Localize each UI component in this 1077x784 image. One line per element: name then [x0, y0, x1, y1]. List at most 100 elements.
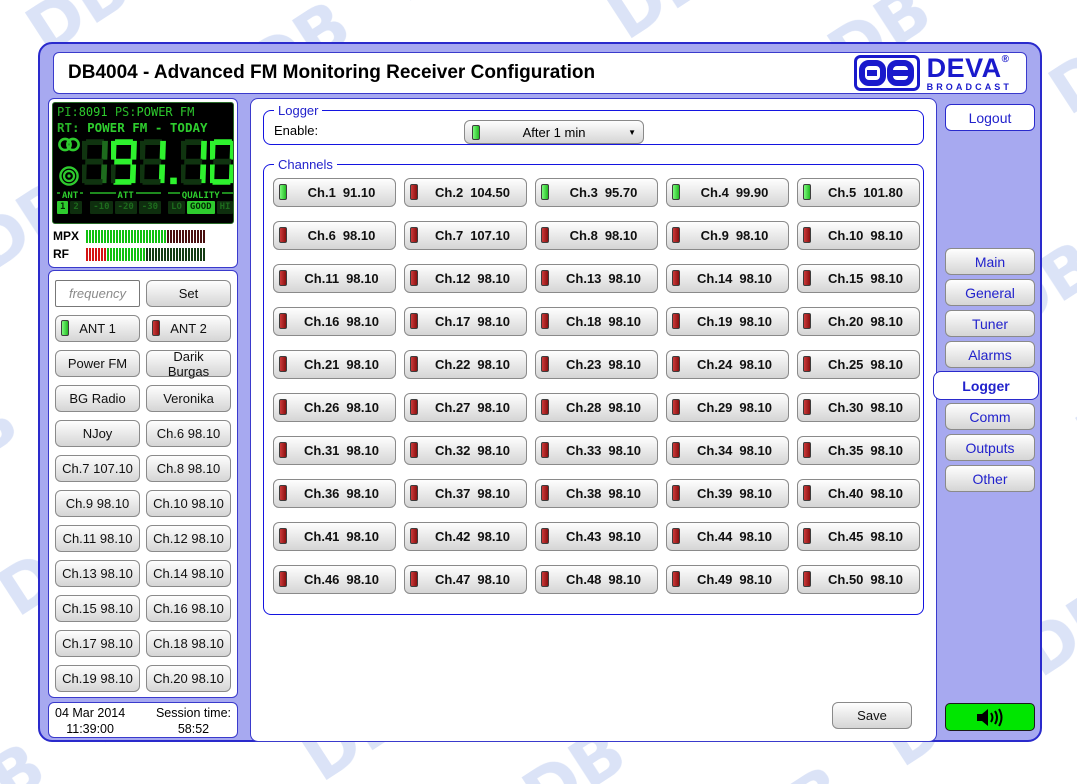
- channel-button[interactable]: Ch.11 98.10: [273, 264, 396, 293]
- channel-button[interactable]: Ch.34 98.10: [666, 436, 789, 465]
- channel-button[interactable]: Ch.30 98.10: [797, 393, 920, 422]
- preset-button[interactable]: Ch.7 107.10: [55, 455, 140, 482]
- logger-enable-dropdown[interactable]: After 1 min ▼: [464, 120, 644, 144]
- channel-button[interactable]: Ch.26 98.10: [273, 393, 396, 422]
- channel-button[interactable]: Ch.21 98.10: [273, 350, 396, 379]
- channel-button[interactable]: Ch.18 98.10: [535, 307, 658, 336]
- channel-button[interactable]: Ch.10 98.10: [797, 221, 920, 250]
- channel-button[interactable]: Ch.46 98.10: [273, 565, 396, 594]
- preset-button[interactable]: Ch.19 98.10: [55, 665, 140, 692]
- tuner-presets-panel: Set ANT 1 ANT 2 Power FM Darik Burgas: [48, 270, 238, 698]
- sidebar-menu-item[interactable]: General: [945, 279, 1035, 306]
- channel-button[interactable]: Ch.15 98.10: [797, 264, 920, 293]
- channel-name: Ch.36: [304, 486, 339, 501]
- preset-button[interactable]: Ch.18 98.10: [146, 630, 231, 657]
- channel-button[interactable]: Ch.39 98.10: [666, 479, 789, 508]
- preset-button[interactable]: Ch.14 98.10: [146, 560, 231, 587]
- channel-button[interactable]: Ch.3 95.70: [535, 178, 658, 207]
- channel-frequency: 104.50: [470, 185, 510, 200]
- channel-button[interactable]: Ch.19 98.10: [666, 307, 789, 336]
- sidebar-menu-item[interactable]: Tuner: [945, 310, 1035, 337]
- preset-button[interactable]: Darik Burgas: [146, 350, 231, 377]
- sidebar-menu-item[interactable]: Other: [945, 465, 1035, 492]
- preset-button[interactable]: Ch.9 98.10: [55, 490, 140, 517]
- channel-frequency: 99.90: [736, 185, 769, 200]
- preset-button[interactable]: BG Radio: [55, 385, 140, 412]
- channel-button[interactable]: Ch.22 98.10: [404, 350, 527, 379]
- preset-button[interactable]: Ch.16 98.10: [146, 595, 231, 622]
- preset-button[interactable]: Power FM: [55, 350, 140, 377]
- channel-button[interactable]: Ch.36 98.10: [273, 479, 396, 508]
- channel-button[interactable]: Ch.23 98.10: [535, 350, 658, 379]
- channel-frequency: 98.10: [346, 443, 379, 458]
- channel-button[interactable]: Ch.17 98.10: [404, 307, 527, 336]
- antenna-status-led: [61, 320, 69, 336]
- channel-button[interactable]: Ch.8 98.10: [535, 221, 658, 250]
- channel-button[interactable]: Ch.44 98.10: [666, 522, 789, 551]
- channel-button[interactable]: Ch.16 98.10: [273, 307, 396, 336]
- sidebar-menu-item[interactable]: Logger: [933, 371, 1039, 400]
- preset-button[interactable]: NJoy: [55, 420, 140, 447]
- channel-button[interactable]: Ch.13 98.10: [535, 264, 658, 293]
- channel-button[interactable]: Ch.6 98.10: [273, 221, 396, 250]
- sidebar-menu-item[interactable]: Alarms: [945, 341, 1035, 368]
- channel-button[interactable]: Ch.43 98.10: [535, 522, 658, 551]
- mpx-meter-label: MPX: [53, 229, 86, 243]
- channel-button[interactable]: Ch.1 91.10: [273, 178, 396, 207]
- preset-button[interactable]: Ch.10 98.10: [146, 490, 231, 517]
- preset-button[interactable]: Ch.15 98.10: [55, 595, 140, 622]
- channel-button[interactable]: Ch.27 98.10: [404, 393, 527, 422]
- channel-button[interactable]: Ch.28 98.10: [535, 393, 658, 422]
- channel-button[interactable]: Ch.2 104.50: [404, 178, 527, 207]
- channel-button[interactable]: Ch.12 98.10: [404, 264, 527, 293]
- channel-button[interactable]: Ch.47 98.10: [404, 565, 527, 594]
- channel-button[interactable]: Ch.20 98.10: [797, 307, 920, 336]
- channel-status-led: [541, 313, 549, 329]
- antenna-button[interactable]: ANT 1: [55, 315, 140, 342]
- channel-frequency: 98.10: [346, 486, 379, 501]
- preset-button[interactable]: Ch.13 98.10: [55, 560, 140, 587]
- rt-value: POWER FM - TODAY: [87, 120, 207, 135]
- preset-button[interactable]: Ch.12 98.10: [146, 525, 231, 552]
- channel-button[interactable]: Ch.37 98.10: [404, 479, 527, 508]
- preset-button[interactable]: Ch.11 98.10: [55, 525, 140, 552]
- listen-button[interactable]: [945, 703, 1035, 731]
- channel-name: Ch.29: [697, 400, 732, 415]
- set-button[interactable]: Set: [146, 280, 231, 307]
- channel-button[interactable]: Ch.5 101.80: [797, 178, 920, 207]
- channel-button[interactable]: Ch.24 98.10: [666, 350, 789, 379]
- frequency-input[interactable]: [55, 280, 140, 307]
- sidebar-menu-item[interactable]: Outputs: [945, 434, 1035, 461]
- antenna-button-label: ANT 1: [79, 321, 116, 336]
- channel-button[interactable]: Ch.48 98.10: [535, 565, 658, 594]
- channel-button[interactable]: Ch.31 98.10: [273, 436, 396, 465]
- save-button[interactable]: Save: [832, 702, 912, 729]
- channel-button[interactable]: Ch.7 107.10: [404, 221, 527, 250]
- sidebar-menu-item[interactable]: Main: [945, 248, 1035, 275]
- channel-button[interactable]: Ch.25 98.10: [797, 350, 920, 379]
- channel-button[interactable]: Ch.35 98.10: [797, 436, 920, 465]
- channel-button[interactable]: Ch.9 98.10: [666, 221, 789, 250]
- channel-button[interactable]: Ch.45 98.10: [797, 522, 920, 551]
- channel-button[interactable]: Ch.4 99.90: [666, 178, 789, 207]
- preset-button[interactable]: Ch.17 98.10: [55, 630, 140, 657]
- channel-button[interactable]: Ch.14 98.10: [666, 264, 789, 293]
- antenna-button[interactable]: ANT 2: [146, 315, 231, 342]
- channel-button[interactable]: Ch.42 98.10: [404, 522, 527, 551]
- preset-button[interactable]: Ch.6 98.10: [146, 420, 231, 447]
- channel-button[interactable]: Ch.40 98.10: [797, 479, 920, 508]
- channel-button[interactable]: Ch.29 98.10: [666, 393, 789, 422]
- channel-button[interactable]: Ch.50 98.10: [797, 565, 920, 594]
- channel-button[interactable]: Ch.49 98.10: [666, 565, 789, 594]
- channel-frequency: 98.10: [346, 572, 379, 587]
- preset-button[interactable]: Veronika: [146, 385, 231, 412]
- channel-button[interactable]: Ch.32 98.10: [404, 436, 527, 465]
- channel-button[interactable]: Ch.38 98.10: [535, 479, 658, 508]
- channel-name: Ch.37: [435, 486, 470, 501]
- preset-button[interactable]: Ch.8 98.10: [146, 455, 231, 482]
- channel-button[interactable]: Ch.41 98.10: [273, 522, 396, 551]
- preset-button[interactable]: Ch.20 98.10: [146, 665, 231, 692]
- sidebar-menu-item[interactable]: Comm: [945, 403, 1035, 430]
- logout-button[interactable]: Logout: [945, 104, 1035, 131]
- channel-button[interactable]: Ch.33 98.10: [535, 436, 658, 465]
